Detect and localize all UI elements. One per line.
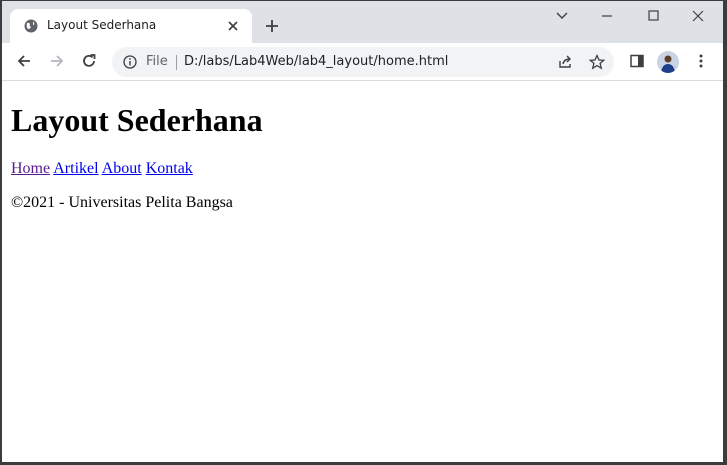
page-content: Layout Sederhana Home Artikel About Kont… — [2, 81, 723, 462]
nav-link-kontak[interactable]: Kontak — [146, 160, 193, 177]
side-panel-icon[interactable] — [629, 53, 645, 69]
bookmark-star-icon[interactable] — [589, 54, 605, 70]
nav-link-about[interactable]: About — [102, 160, 142, 177]
main-nav: Home Artikel About Kontak — [11, 160, 193, 178]
minimize-icon[interactable] — [584, 7, 630, 25]
url-text[interactable]: D:/labs/Lab4Web/lab4_layout/home.html — [184, 54, 448, 69]
tab-strip: Layout Sederhana — [2, 1, 723, 43]
active-tab[interactable]: Layout Sederhana — [10, 9, 252, 43]
nav-link-home[interactable]: Home — [11, 160, 50, 177]
back-arrow-icon[interactable] — [16, 53, 32, 69]
page-title: Layout Sederhana — [11, 102, 263, 138]
new-tab-icon[interactable] — [264, 18, 280, 34]
page-footer: ©2021 - Universitas Pelita Bangsa — [11, 194, 233, 211]
menu-kebab-icon[interactable] — [693, 53, 709, 69]
tab-search-icon[interactable] — [539, 7, 585, 25]
info-icon[interactable] — [123, 55, 137, 69]
browser-window: Layout Sederhana File D:/labs/Lab4Web/la… — [2, 1, 723, 462]
scheme-label: File — [146, 54, 168, 69]
omnibox-divider — [176, 55, 177, 70]
address-bar[interactable]: File D:/labs/Lab4Web/lab4_layout/home.ht… — [112, 47, 614, 77]
avatar-person-icon — [661, 55, 675, 73]
toolbar: File D:/labs/Lab4Web/lab4_layout/home.ht… — [2, 43, 723, 81]
close-tab-icon[interactable] — [226, 19, 240, 33]
globe-icon — [24, 19, 38, 33]
share-icon[interactable] — [557, 54, 573, 70]
profile-avatar[interactable] — [657, 51, 679, 73]
close-window-icon[interactable] — [675, 7, 721, 25]
maximize-icon[interactable] — [630, 7, 676, 25]
forward-arrow-icon[interactable] — [49, 53, 65, 69]
reload-icon[interactable] — [81, 53, 97, 69]
nav-link-artikel[interactable]: Artikel — [53, 160, 98, 177]
tab-title: Layout Sederhana — [47, 18, 157, 32]
